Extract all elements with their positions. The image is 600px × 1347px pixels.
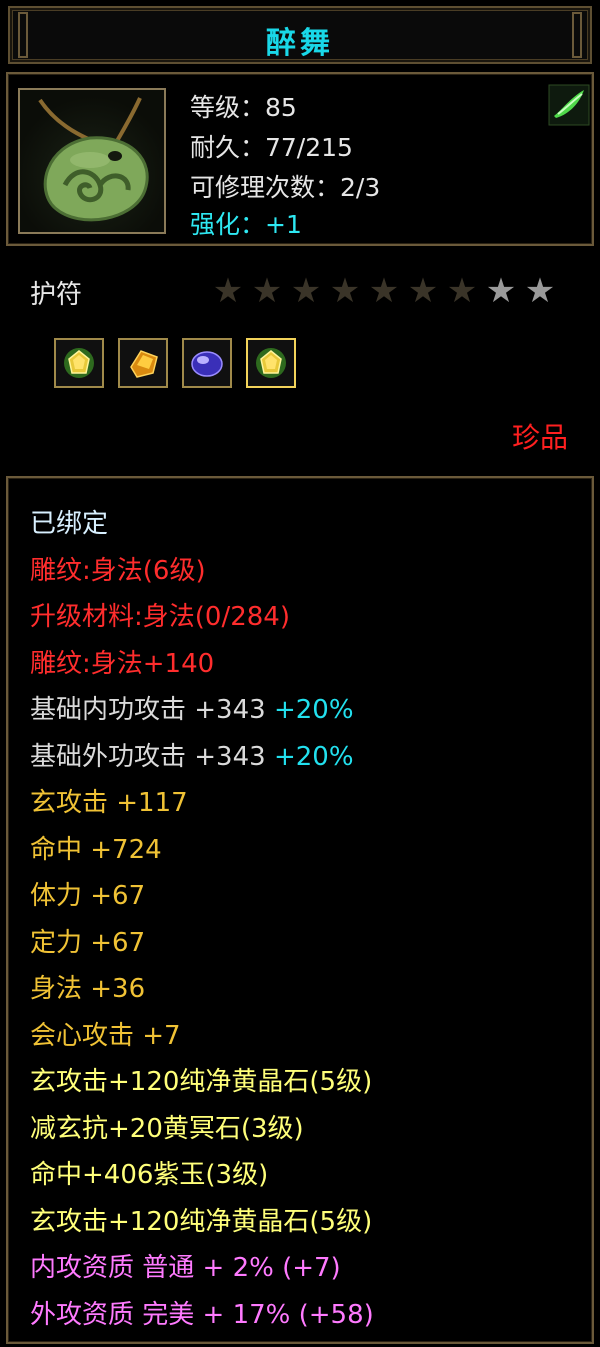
item-durability: 耐久：77/215 <box>190 133 353 162</box>
attribute-line: 雕纹:身法+140 <box>30 646 214 682</box>
attribute-text: 内攻资质 普通 + 2% (+7) <box>30 1253 341 1283</box>
attribute-text: 外攻资质 完美 + 17% (+58) <box>30 1299 374 1330</box>
star-icon: ★ <box>251 271 283 311</box>
attribute-text: 命中 +724 <box>30 834 162 865</box>
gem-slot-4[interactable] <box>246 338 296 388</box>
attribute-text: 减玄抗+20黄冥石(3级) <box>30 1113 304 1144</box>
attribute-line: 身法 +36 <box>30 971 145 1007</box>
attribute-text: 玄攻击+120纯净黄晶石(5级) <box>30 1067 373 1097</box>
attribute-line: 外攻资质 完美 + 17% (+58) <box>30 1297 374 1333</box>
gem-slot-1[interactable] <box>54 338 104 388</box>
attribute-text: 身法 +36 <box>30 974 146 1004</box>
item-enhance: 强化：+1 <box>190 210 302 239</box>
star-icon: ★ <box>524 271 556 311</box>
star-icon: ★ <box>329 271 361 311</box>
attribute-line: 体力 +67 <box>30 878 145 914</box>
star-icon: ★ <box>368 271 400 311</box>
attribute-line: 命中 +724 <box>30 832 162 868</box>
amber-gem-icon <box>130 350 158 378</box>
item-repair-count: 可修理次数：2/3 <box>190 173 381 202</box>
item-type: 护符 <box>30 280 83 310</box>
attribute-line: 玄攻击+120纯净黄晶石(5级) <box>30 1204 372 1240</box>
title-bar: 醉舞 <box>8 6 592 64</box>
attribute-line: 雕纹:身法(6级) <box>30 553 206 589</box>
attribute-line: 命中+406紫玉(3级) <box>30 1157 268 1193</box>
attribute-line: 内攻资质 普通 + 2% (+7) <box>30 1250 341 1286</box>
attribute-bonus: +20% <box>265 695 354 725</box>
item-name: 醉舞 <box>266 26 334 61</box>
attribute-text: 命中+406紫玉(3级) <box>30 1160 269 1190</box>
star-icon: ★ <box>485 271 517 311</box>
gem-slot-3[interactable] <box>182 338 232 388</box>
attribute-line: 会心攻击 +7 <box>30 1018 181 1054</box>
attribute-line: 定力 +67 <box>30 925 145 961</box>
star-icon: ★ <box>446 271 478 311</box>
gem-slots <box>54 338 296 388</box>
attribute-text: 已绑定 <box>30 509 109 539</box>
item-level: 等级：85 <box>190 93 297 122</box>
attribute-line: 升级材料:身法(0/284) <box>30 599 290 635</box>
attribute-text: 玄攻击 +117 <box>30 788 188 818</box>
attribute-text: 定力 +67 <box>30 927 146 958</box>
green-feather-icon[interactable] <box>548 84 590 126</box>
attribute-text: 雕纹:身法(6级) <box>30 555 206 586</box>
attribute-line: 玄攻击 +117 <box>30 785 188 821</box>
attribute-line: 已绑定 <box>30 506 108 542</box>
attribute-text: 会心攻击 +7 <box>30 1020 181 1051</box>
attribute-text: 雕纹:身法+140 <box>30 648 215 679</box>
rarity-label: 珍品 <box>511 421 568 454</box>
star-icon: ★ <box>212 271 244 311</box>
jade-pendant-icon[interactable] <box>18 88 166 234</box>
attribute-text: 基础内功攻击 +343 <box>30 695 266 725</box>
attribute-text: 玄攻击+120纯净黄晶石(5级) <box>30 1206 373 1237</box>
attribute-line: 基础外功攻击 +343 +20% <box>30 739 354 775</box>
star-icon: ★ <box>407 271 439 311</box>
purple-gem-icon <box>191 351 223 377</box>
attribute-bonus: +20% <box>265 741 354 772</box>
yellow-gem-icon <box>256 348 286 378</box>
gem-slot-2[interactable] <box>118 338 168 388</box>
star-rating: ★ ★ ★ ★ ★ ★ ★ ★ ★ <box>210 273 558 309</box>
attribute-line: 玄攻击+120纯净黄晶石(5级) <box>30 1064 372 1100</box>
yellow-gem-icon <box>64 348 94 378</box>
attribute-text: 升级材料:身法(0/284) <box>30 602 290 632</box>
attribute-text: 基础外功攻击 +343 <box>30 741 266 772</box>
attribute-line: 减玄抗+20黄冥石(3级) <box>30 1111 304 1147</box>
attribute-text: 体力 +67 <box>30 881 146 911</box>
star-icon: ★ <box>290 271 322 311</box>
attribute-line: 基础内功攻击 +343 +20% <box>30 692 354 728</box>
